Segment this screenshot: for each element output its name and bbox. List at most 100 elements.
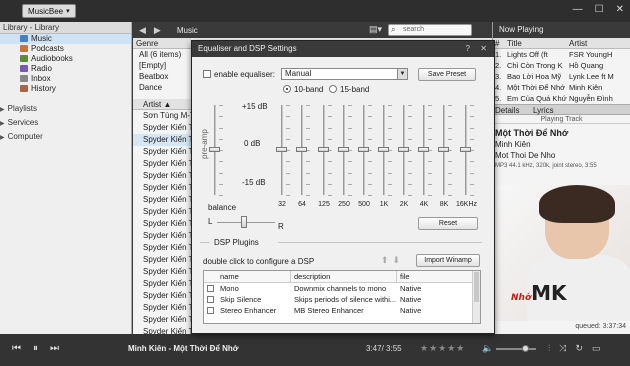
sidebar-item-radio[interactable]: Radio xyxy=(0,64,131,74)
search-input[interactable]: ⌕ search xyxy=(388,24,472,36)
now-playing-row[interactable]: 2. Chỉ Còn Trong K Hồ Quang xyxy=(493,60,630,71)
artist-row[interactable]: Spyder Kiến T xyxy=(133,170,191,182)
plugin-scrollbar[interactable] xyxy=(472,271,480,323)
slider-tick xyxy=(328,195,332,196)
close-button[interactable]: ✕ xyxy=(616,4,624,15)
minimize-button[interactable]: — xyxy=(573,4,583,15)
dialog-close-button[interactable]: ✕ xyxy=(480,41,487,57)
slider-tick xyxy=(428,116,432,118)
band-10-radio[interactable] xyxy=(283,85,291,93)
genre-item[interactable]: All (6 items) xyxy=(136,49,191,60)
band-slider[interactable] xyxy=(378,147,389,152)
col-artist[interactable]: Artist xyxy=(569,38,587,49)
enable-equaliser-checkbox[interactable] xyxy=(203,70,211,78)
slider-tick xyxy=(470,138,474,140)
plugin-row[interactable]: Mono Downmix channels to mono Native xyxy=(204,283,480,294)
sidebar-item-history[interactable]: History xyxy=(0,84,131,94)
artist-row[interactable]: Spyder Kiến T xyxy=(133,278,191,290)
artist-header[interactable]: Artist ▲ xyxy=(133,99,191,110)
sidebar-group-services[interactable]: ▶ Services xyxy=(0,118,131,128)
col-name[interactable]: name xyxy=(220,272,239,281)
band-slider[interactable] xyxy=(318,147,329,152)
genre-item[interactable]: [Empty] xyxy=(136,60,191,71)
now-playing-row[interactable]: 3. Bao Lời Hoa Mỹ Lynk Lee ft M xyxy=(493,71,630,82)
col-title[interactable]: Title xyxy=(507,38,522,49)
plugin-row[interactable]: Stereo Enhancer MB Stereo Enhancer Native xyxy=(204,305,480,316)
sidebar-item-inbox[interactable]: Inbox xyxy=(0,74,131,84)
artist-row[interactable]: Spyder Kiến T xyxy=(133,134,191,146)
preset-dropdown[interactable]: Manual ▼ xyxy=(281,68,408,80)
artist-row[interactable]: Spyder Kiến T xyxy=(133,314,191,326)
band-15-radio[interactable] xyxy=(329,85,337,93)
plugin-checkbox[interactable] xyxy=(207,285,214,292)
next-icon[interactable]: ⏭ xyxy=(50,343,59,354)
band-slider[interactable] xyxy=(398,147,409,152)
forward-icon[interactable]: ▶ xyxy=(154,25,161,36)
band-slider[interactable] xyxy=(338,147,349,152)
band-slider[interactable] xyxy=(276,147,287,152)
artist-row[interactable]: Spyder Kiến T xyxy=(133,194,191,206)
artist-row[interactable]: Sơn Tùng M-T xyxy=(133,110,191,122)
now-playing-row[interactable]: 1. Lights Off (ft FSR YoungH xyxy=(493,49,630,60)
sidebar-group-playlists[interactable]: ▶ Playlists xyxy=(0,104,131,114)
artist-row[interactable]: Spyder Kiến T xyxy=(133,254,191,266)
artist-row[interactable]: Spyder Kiến T xyxy=(133,206,191,218)
col-description[interactable]: description xyxy=(294,272,330,281)
save-preset-button[interactable]: Save Preset xyxy=(418,68,476,81)
volume-knob[interactable] xyxy=(522,345,529,352)
previous-icon[interactable]: ⏮ xyxy=(12,343,21,354)
back-icon[interactable]: ◀ xyxy=(139,25,146,36)
genre-item[interactable]: Beatbox xyxy=(136,71,191,82)
shuffle-icon[interactable]: ⤨ xyxy=(559,343,566,354)
menu-icon[interactable]: ▭ xyxy=(592,343,601,354)
artist-row[interactable]: Spyder Kiến T xyxy=(133,182,191,194)
help-button[interactable]: ? xyxy=(466,41,470,57)
move-arrows-icon[interactable]: ⬆⬇ xyxy=(381,255,404,266)
view-options-icon[interactable]: ▤▾ xyxy=(369,24,382,35)
now-playing-row[interactable]: 4. Một Thời Để Nhớ Minh Kiên xyxy=(493,82,630,93)
slider-tick xyxy=(448,127,452,129)
tab-details[interactable]: Details xyxy=(495,106,519,115)
plugin-checkbox[interactable] xyxy=(207,307,214,314)
app-menu-button[interactable]: MusicBee ▾ xyxy=(22,4,76,18)
col-num[interactable]: # xyxy=(495,38,499,49)
rating-stars[interactable]: ★★★★★ xyxy=(420,343,465,354)
art-hair xyxy=(539,185,615,223)
band-slider[interactable] xyxy=(460,147,471,152)
preamp-slider[interactable] xyxy=(209,147,220,152)
pause-icon[interactable]: ⏸ xyxy=(33,343,38,354)
sidebar-item-music[interactable]: Music xyxy=(0,34,131,44)
now-playing-row[interactable]: 5. Em Của Quá Khứ Nguyễn Đình xyxy=(493,93,630,104)
reset-button[interactable]: Reset xyxy=(418,217,478,230)
artist-row[interactable]: Spyder Kiến T xyxy=(133,158,191,170)
artist-row[interactable]: Spyder Kiến T xyxy=(133,242,191,254)
sidebar-group-computer[interactable]: ▶ Computer xyxy=(0,132,131,142)
artist-row[interactable]: Spyder Kiến T xyxy=(133,146,191,158)
artist-row[interactable]: Spyder Kiến T xyxy=(133,266,191,278)
sidebar-item-audiobooks[interactable]: Audiobooks xyxy=(0,54,131,64)
genre-header[interactable]: Genre xyxy=(133,38,191,49)
artist-row[interactable]: Spyder Kiến T xyxy=(133,218,191,230)
sidebar-item-podcasts[interactable]: Podcasts xyxy=(0,44,131,54)
artist-row[interactable]: Spyder Kiến T xyxy=(133,290,191,302)
import-winamp-button[interactable]: Import Winamp xyxy=(416,254,480,267)
band-slider[interactable] xyxy=(438,147,449,152)
equaliser-icon[interactable]: ⫶ xyxy=(548,343,550,354)
volume-icon[interactable]: 🔈 xyxy=(482,343,493,354)
maximize-button[interactable]: ☐ xyxy=(595,4,604,15)
artist-row[interactable]: Spyder Kiến T xyxy=(133,230,191,242)
balance-knob[interactable] xyxy=(241,216,247,228)
artist-row[interactable]: Spyder Kiến T xyxy=(133,122,191,134)
tab-lyrics[interactable]: Lyrics xyxy=(533,106,554,115)
artist-row[interactable]: Spyder Kiến T xyxy=(133,302,191,314)
band-slider[interactable] xyxy=(358,147,369,152)
plugin-row[interactable]: Skip Silence Skips periods of silence wit… xyxy=(204,294,480,305)
plugin-checkbox[interactable] xyxy=(207,296,214,303)
band-slider[interactable] xyxy=(418,147,429,152)
volume-slider[interactable] xyxy=(496,345,536,352)
repeat-icon[interactable]: ↻ xyxy=(575,343,583,354)
genre-item[interactable]: Dance xyxy=(136,82,191,93)
band-slider[interactable] xyxy=(296,147,307,152)
scroll-thumb[interactable] xyxy=(474,272,479,302)
col-file[interactable]: file xyxy=(400,272,410,281)
